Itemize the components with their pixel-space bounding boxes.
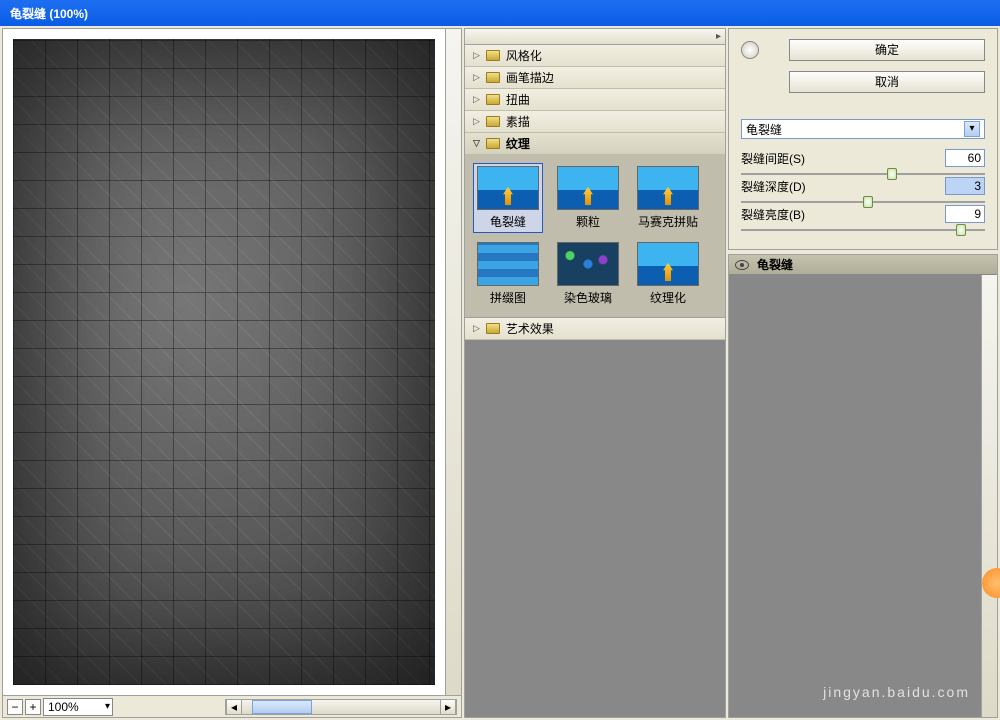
- preview-footer: − + 100% ◂ ▸: [3, 695, 461, 717]
- param-slider[interactable]: [741, 199, 985, 205]
- category-label: 扭曲: [506, 91, 530, 108]
- thumb-label: 颗粒: [576, 213, 600, 230]
- triangle-right-icon: ▷: [473, 323, 480, 334]
- category-row-2[interactable]: ▷ 扭曲: [465, 89, 725, 111]
- thumb-label: 拼缀图: [490, 289, 526, 306]
- param-1: 裂缝深度(D) 3: [741, 177, 985, 205]
- thumb-label: 马赛克拼贴: [638, 213, 698, 230]
- panel-menu-icon[interactable]: ▸: [716, 31, 721, 42]
- filter-thumb-2[interactable]: 马赛克拼贴: [633, 163, 703, 233]
- scroll-thumb[interactable]: [252, 700, 312, 714]
- category-empty-area: [465, 340, 725, 717]
- settings-pane: 确定 取消 龟裂缝 ▾ 裂缝间距(S) 60 裂缝深度(D) 3 裂缝亮度(B) 9 龟裂…: [728, 28, 998, 718]
- thumbnail-grid: 龟裂缝 颗粒 马赛克拼贴拼缀图 染色玻璃 纹理化: [465, 155, 725, 318]
- filter-thumb-3[interactable]: 拼缀图: [473, 239, 543, 309]
- preview-horizontal-scrollbar[interactable]: ◂ ▸: [225, 699, 457, 715]
- triangle-right-icon: ▷: [473, 72, 480, 83]
- layers-vertical-scrollbar[interactable]: [981, 275, 997, 717]
- cancel-button[interactable]: 取消: [789, 71, 985, 93]
- folder-icon: [486, 116, 500, 127]
- folder-icon: [486, 72, 500, 83]
- category-label: 画笔描边: [506, 69, 554, 86]
- thumb-label: 龟裂缝: [490, 213, 526, 230]
- slider-thumb[interactable]: [863, 196, 873, 208]
- thumb-image: [557, 166, 619, 210]
- preview-canvas[interactable]: [13, 39, 435, 685]
- triangle-right-icon: ▷: [473, 50, 480, 61]
- category-label: 风格化: [506, 47, 542, 64]
- category-label: 艺术效果: [506, 320, 554, 337]
- param-slider[interactable]: [741, 227, 985, 233]
- thumb-label: 纹理化: [650, 289, 686, 306]
- thumb-image: [637, 166, 699, 210]
- category-header: ▸: [465, 29, 725, 45]
- thumb-image: [477, 166, 539, 210]
- zoom-out-button[interactable]: −: [7, 699, 23, 715]
- category-row-5[interactable]: ▷ 艺术效果: [465, 318, 725, 340]
- slider-thumb[interactable]: [956, 224, 966, 236]
- param-input[interactable]: 3: [945, 177, 985, 195]
- layers-body[interactable]: [729, 275, 981, 717]
- folder-icon: [486, 138, 500, 149]
- category-tree: ▷ 风格化 ▷ 画笔描边 ▷ 扭曲 ▷ 素描 ▽ 纹理龟裂缝 颗粒 马赛克拼贴拼缀图 染色玻璃 纹理化 ▷ 艺…: [465, 45, 725, 340]
- zoom-value: 100%: [48, 700, 79, 714]
- category-row-0[interactable]: ▷ 风格化: [465, 45, 725, 67]
- category-row-3[interactable]: ▷ 素描: [465, 111, 725, 133]
- workspace: − + 100% ◂ ▸ ▸ ▷风格化▷画笔描边▷扭曲▷素描▽纹理龟裂缝颗粒马赛…: [0, 26, 1000, 720]
- category-row-4[interactable]: ▽ 纹理: [465, 133, 725, 155]
- folder-icon: [486, 94, 500, 105]
- cancel-row: 取消: [741, 71, 985, 93]
- folder-icon: [486, 50, 500, 61]
- filter-thumb-1[interactable]: 颗粒: [553, 163, 623, 233]
- thumb-image: [557, 242, 619, 286]
- filter-thumb-0[interactable]: 龟裂缝: [473, 163, 543, 233]
- button-row: 确定: [741, 39, 985, 61]
- triangle-right-icon: ▷: [473, 94, 480, 105]
- param-0: 裂缝间距(S) 60: [741, 149, 985, 177]
- layers-panel: 龟裂缝: [728, 254, 998, 718]
- param-label: 裂缝间距(S): [741, 150, 805, 167]
- param-label: 裂缝亮度(B): [741, 206, 805, 223]
- thumb-image: [637, 242, 699, 286]
- category-pane: ▸ ▷ 风格化 ▷ 画笔描边 ▷ 扭曲 ▷ 素描 ▽ 纹理龟裂缝 颗粒 马赛克拼贴拼缀图 染色玻璃 纹理化…: [464, 28, 726, 718]
- window-title: 龟裂缝 (100%): [10, 7, 88, 21]
- param-slider[interactable]: [741, 171, 985, 177]
- category-row-1[interactable]: ▷ 画笔描边: [465, 67, 725, 89]
- window-titlebar: 龟裂缝 (100%): [0, 0, 1000, 26]
- zoom-in-button[interactable]: +: [25, 699, 41, 715]
- preview-vertical-scrollbar[interactable]: [445, 29, 461, 695]
- filter-select[interactable]: 龟裂缝 ▾: [741, 119, 985, 139]
- param-label: 裂缝深度(D): [741, 178, 806, 195]
- layer-name: 龟裂缝: [757, 256, 793, 273]
- cancel-label: 取消: [875, 75, 899, 89]
- thumb-label: 染色玻璃: [564, 289, 612, 306]
- preview-scroll: [3, 29, 461, 695]
- folder-icon: [486, 323, 500, 334]
- ok-label: 确定: [875, 43, 899, 57]
- category-label: 素描: [506, 113, 530, 130]
- layers-header: 龟裂缝: [729, 255, 997, 275]
- triangle-down-icon: ▽: [473, 138, 480, 149]
- param-input[interactable]: 60: [945, 149, 985, 167]
- param-2: 裂缝亮度(B) 9: [741, 205, 985, 233]
- visibility-eye-icon[interactable]: [735, 260, 749, 270]
- zoom-select[interactable]: 100%: [43, 698, 113, 716]
- settings-top: 确定 取消 龟裂缝 ▾ 裂缝间距(S) 60 裂缝深度(D) 3 裂缝亮度(B) 9: [728, 28, 998, 250]
- ok-button[interactable]: 确定: [789, 39, 985, 61]
- scroll-right-icon[interactable]: ▸: [440, 700, 456, 714]
- filter-thumb-4[interactable]: 染色玻璃: [553, 239, 623, 309]
- filter-thumb-5[interactable]: 纹理化: [633, 239, 703, 309]
- triangle-right-icon: ▷: [473, 116, 480, 127]
- thumb-image: [477, 242, 539, 286]
- preview-pane: − + 100% ◂ ▸: [2, 28, 462, 718]
- toggle-preview-icon[interactable]: [741, 41, 759, 59]
- param-input[interactable]: 9: [945, 205, 985, 223]
- slider-thumb[interactable]: [887, 168, 897, 180]
- scroll-left-icon[interactable]: ◂: [226, 700, 242, 714]
- filter-select-value: 龟裂缝: [746, 121, 782, 138]
- chevron-down-icon[interactable]: ▾: [964, 121, 980, 137]
- category-label: 纹理: [506, 135, 530, 152]
